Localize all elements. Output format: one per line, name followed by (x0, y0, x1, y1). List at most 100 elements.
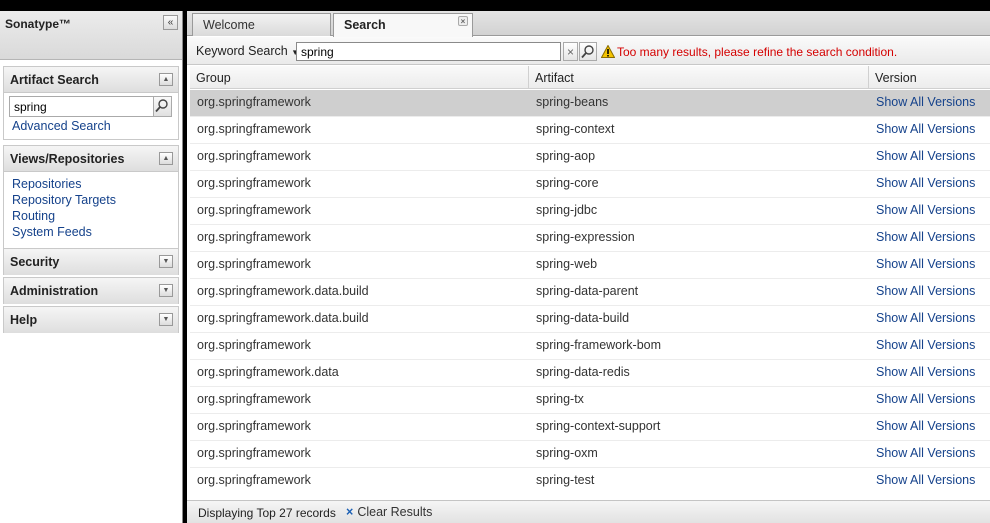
table-row[interactable]: org.springframework spring-expression Show… (190, 225, 990, 252)
group-cell: org.springframework.data.build (197, 284, 369, 298)
security-title: Security (10, 255, 60, 269)
show-all-versions-link[interactable]: Show All Versions (876, 473, 975, 487)
group-cell: org.springframework (197, 176, 311, 190)
search-toolbar: Keyword Search ▼ spring × Too many resul… (187, 37, 990, 65)
column-header-artifact[interactable]: Artifact (529, 66, 869, 89)
show-all-versions-link[interactable]: Show All Versions (876, 284, 975, 298)
views-repositories-title: Views/Repositories (10, 152, 125, 166)
show-all-versions-link[interactable]: Show All Versions (876, 257, 975, 271)
help-section: Help ▼ (3, 306, 179, 333)
clear-results-button[interactable]: × Clear Results (342, 503, 438, 521)
expand-down-icon[interactable]: ▼ (159, 313, 173, 326)
keyword-search-dropdown[interactable]: Keyword Search ▼ (196, 44, 299, 58)
status-bar: Displaying Top 27 records × Clear Results (187, 500, 990, 523)
table-row[interactable]: org.springframework.data.build spring-dat… (190, 279, 990, 306)
show-all-versions-link[interactable]: Show All Versions (876, 176, 975, 190)
system-feeds-link[interactable]: System Feeds (12, 224, 116, 240)
views-repositories-header[interactable]: Views/Repositories ▲ (4, 146, 178, 172)
show-all-versions-link[interactable]: Show All Versions (876, 149, 975, 163)
keyword-search-input[interactable]: spring (296, 42, 561, 61)
advanced-search-link[interactable]: Advanced Search (12, 119, 111, 133)
group-cell: org.springframework.data (197, 365, 339, 379)
column-header-group[interactable]: Group (190, 66, 529, 89)
top-black-bar (0, 0, 990, 11)
tab-strip: Welcome Search × (187, 11, 990, 37)
repositories-link[interactable]: Repositories (12, 176, 116, 192)
search-icon[interactable] (153, 97, 171, 116)
table-row[interactable]: org.springframework spring-framework-bom S… (190, 333, 990, 360)
artifact-cell: spring-data-redis (536, 365, 630, 379)
artifact-cell: spring-test (536, 473, 595, 487)
keyword-search-label: Keyword Search (196, 44, 288, 58)
results-grid-body: org.springframework spring-beans Show All … (190, 90, 990, 492)
show-all-versions-link[interactable]: Show All Versions (876, 203, 975, 217)
show-all-versions-link[interactable]: Show All Versions (876, 311, 975, 325)
show-all-versions-link[interactable]: Show All Versions (876, 338, 975, 352)
main-content-panel: Welcome Search × Keyword Search ▼ spring… (187, 11, 990, 523)
search-icon[interactable] (579, 42, 597, 61)
artifact-search-value: spring (14, 100, 47, 114)
group-cell: org.springframework (197, 149, 311, 163)
collapse-up-icon[interactable]: ▲ (159, 73, 173, 86)
expand-down-icon[interactable]: ▼ (159, 255, 173, 268)
show-all-versions-link[interactable]: Show All Versions (876, 446, 975, 460)
show-all-versions-link[interactable]: Show All Versions (876, 419, 975, 433)
artifact-cell: spring-core (536, 176, 599, 190)
group-cell: org.springframework (197, 257, 311, 271)
show-all-versions-link[interactable]: Show All Versions (876, 95, 975, 109)
views-links-list: Repositories Repository Targets Routing … (12, 176, 116, 240)
show-all-versions-link[interactable]: Show All Versions (876, 392, 975, 406)
artifact-cell: spring-data-build (536, 311, 630, 325)
tab-welcome-label: Welcome (203, 18, 255, 32)
artifact-cell: spring-tx (536, 392, 584, 406)
table-row[interactable]: org.springframework spring-aop Show All Ve… (190, 144, 990, 171)
table-row[interactable]: org.springframework spring-context-suppor… (190, 414, 990, 441)
collapse-up-icon[interactable]: ▲ (159, 152, 173, 165)
table-row[interactable]: org.springframework spring-test Show All V… (190, 468, 990, 492)
security-header[interactable]: Security ▼ (4, 249, 178, 275)
artifact-search-title: Artifact Search (10, 73, 99, 87)
group-cell: org.springframework (197, 230, 311, 244)
group-cell: org.springframework (197, 338, 311, 352)
group-cell: org.springframework (197, 95, 311, 109)
show-all-versions-link[interactable]: Show All Versions (876, 122, 975, 136)
brand-title: Sonatype™ (5, 17, 72, 31)
tab-welcome[interactable]: Welcome (192, 13, 331, 36)
group-cell: org.springframework (197, 122, 311, 136)
administration-header[interactable]: Administration ▼ (4, 278, 178, 304)
clear-icon[interactable]: × (563, 42, 578, 61)
group-cell: org.springframework (197, 419, 311, 433)
routing-link[interactable]: Routing (12, 208, 116, 224)
tab-search[interactable]: Search × (333, 13, 473, 37)
table-row[interactable]: org.springframework spring-jdbc Show All V… (190, 198, 990, 225)
table-row[interactable]: org.springframework.data.build spring-dat… (190, 306, 990, 333)
administration-section: Administration ▼ (3, 277, 179, 304)
help-header[interactable]: Help ▼ (4, 307, 178, 333)
expand-down-icon[interactable]: ▼ (159, 284, 173, 297)
artifact-cell: spring-expression (536, 230, 635, 244)
table-row[interactable]: org.springframework spring-core Show All V… (190, 171, 990, 198)
table-row[interactable]: org.springframework spring-web Show All Ve… (190, 252, 990, 279)
table-row[interactable]: org.springframework spring-context Show Al… (190, 117, 990, 144)
warning-icon (601, 45, 615, 58)
table-row[interactable]: org.springframework.data spring-data-redi… (190, 360, 990, 387)
artifact-search-header[interactable]: Artifact Search ▲ (4, 67, 178, 93)
show-all-versions-link[interactable]: Show All Versions (876, 365, 975, 379)
artifact-cell: spring-aop (536, 149, 596, 163)
artifact-cell: spring-jdbc (536, 203, 598, 217)
help-title: Help (10, 313, 38, 327)
collapse-panel-icon[interactable]: « (163, 15, 178, 30)
group-cell: org.springframework.data.build (197, 311, 369, 325)
repository-targets-link[interactable]: Repository Targets (12, 192, 116, 208)
artifact-search-input[interactable]: spring (9, 96, 172, 117)
table-row[interactable]: org.springframework spring-tx Show All Ver… (190, 387, 990, 414)
artifact-cell: spring-framework-bom (536, 338, 662, 352)
close-icon[interactable]: × (458, 16, 468, 26)
table-row[interactable]: org.springframework spring-oxm Show All Ve… (190, 441, 990, 468)
records-count: Displaying Top 27 records (198, 506, 336, 520)
group-cell: org.springframework (197, 203, 311, 217)
table-row[interactable]: org.springframework spring-beans Show All … (190, 90, 990, 117)
administration-title: Administration (10, 284, 99, 298)
column-header-version[interactable]: Version (869, 66, 990, 89)
show-all-versions-link[interactable]: Show All Versions (876, 230, 975, 244)
